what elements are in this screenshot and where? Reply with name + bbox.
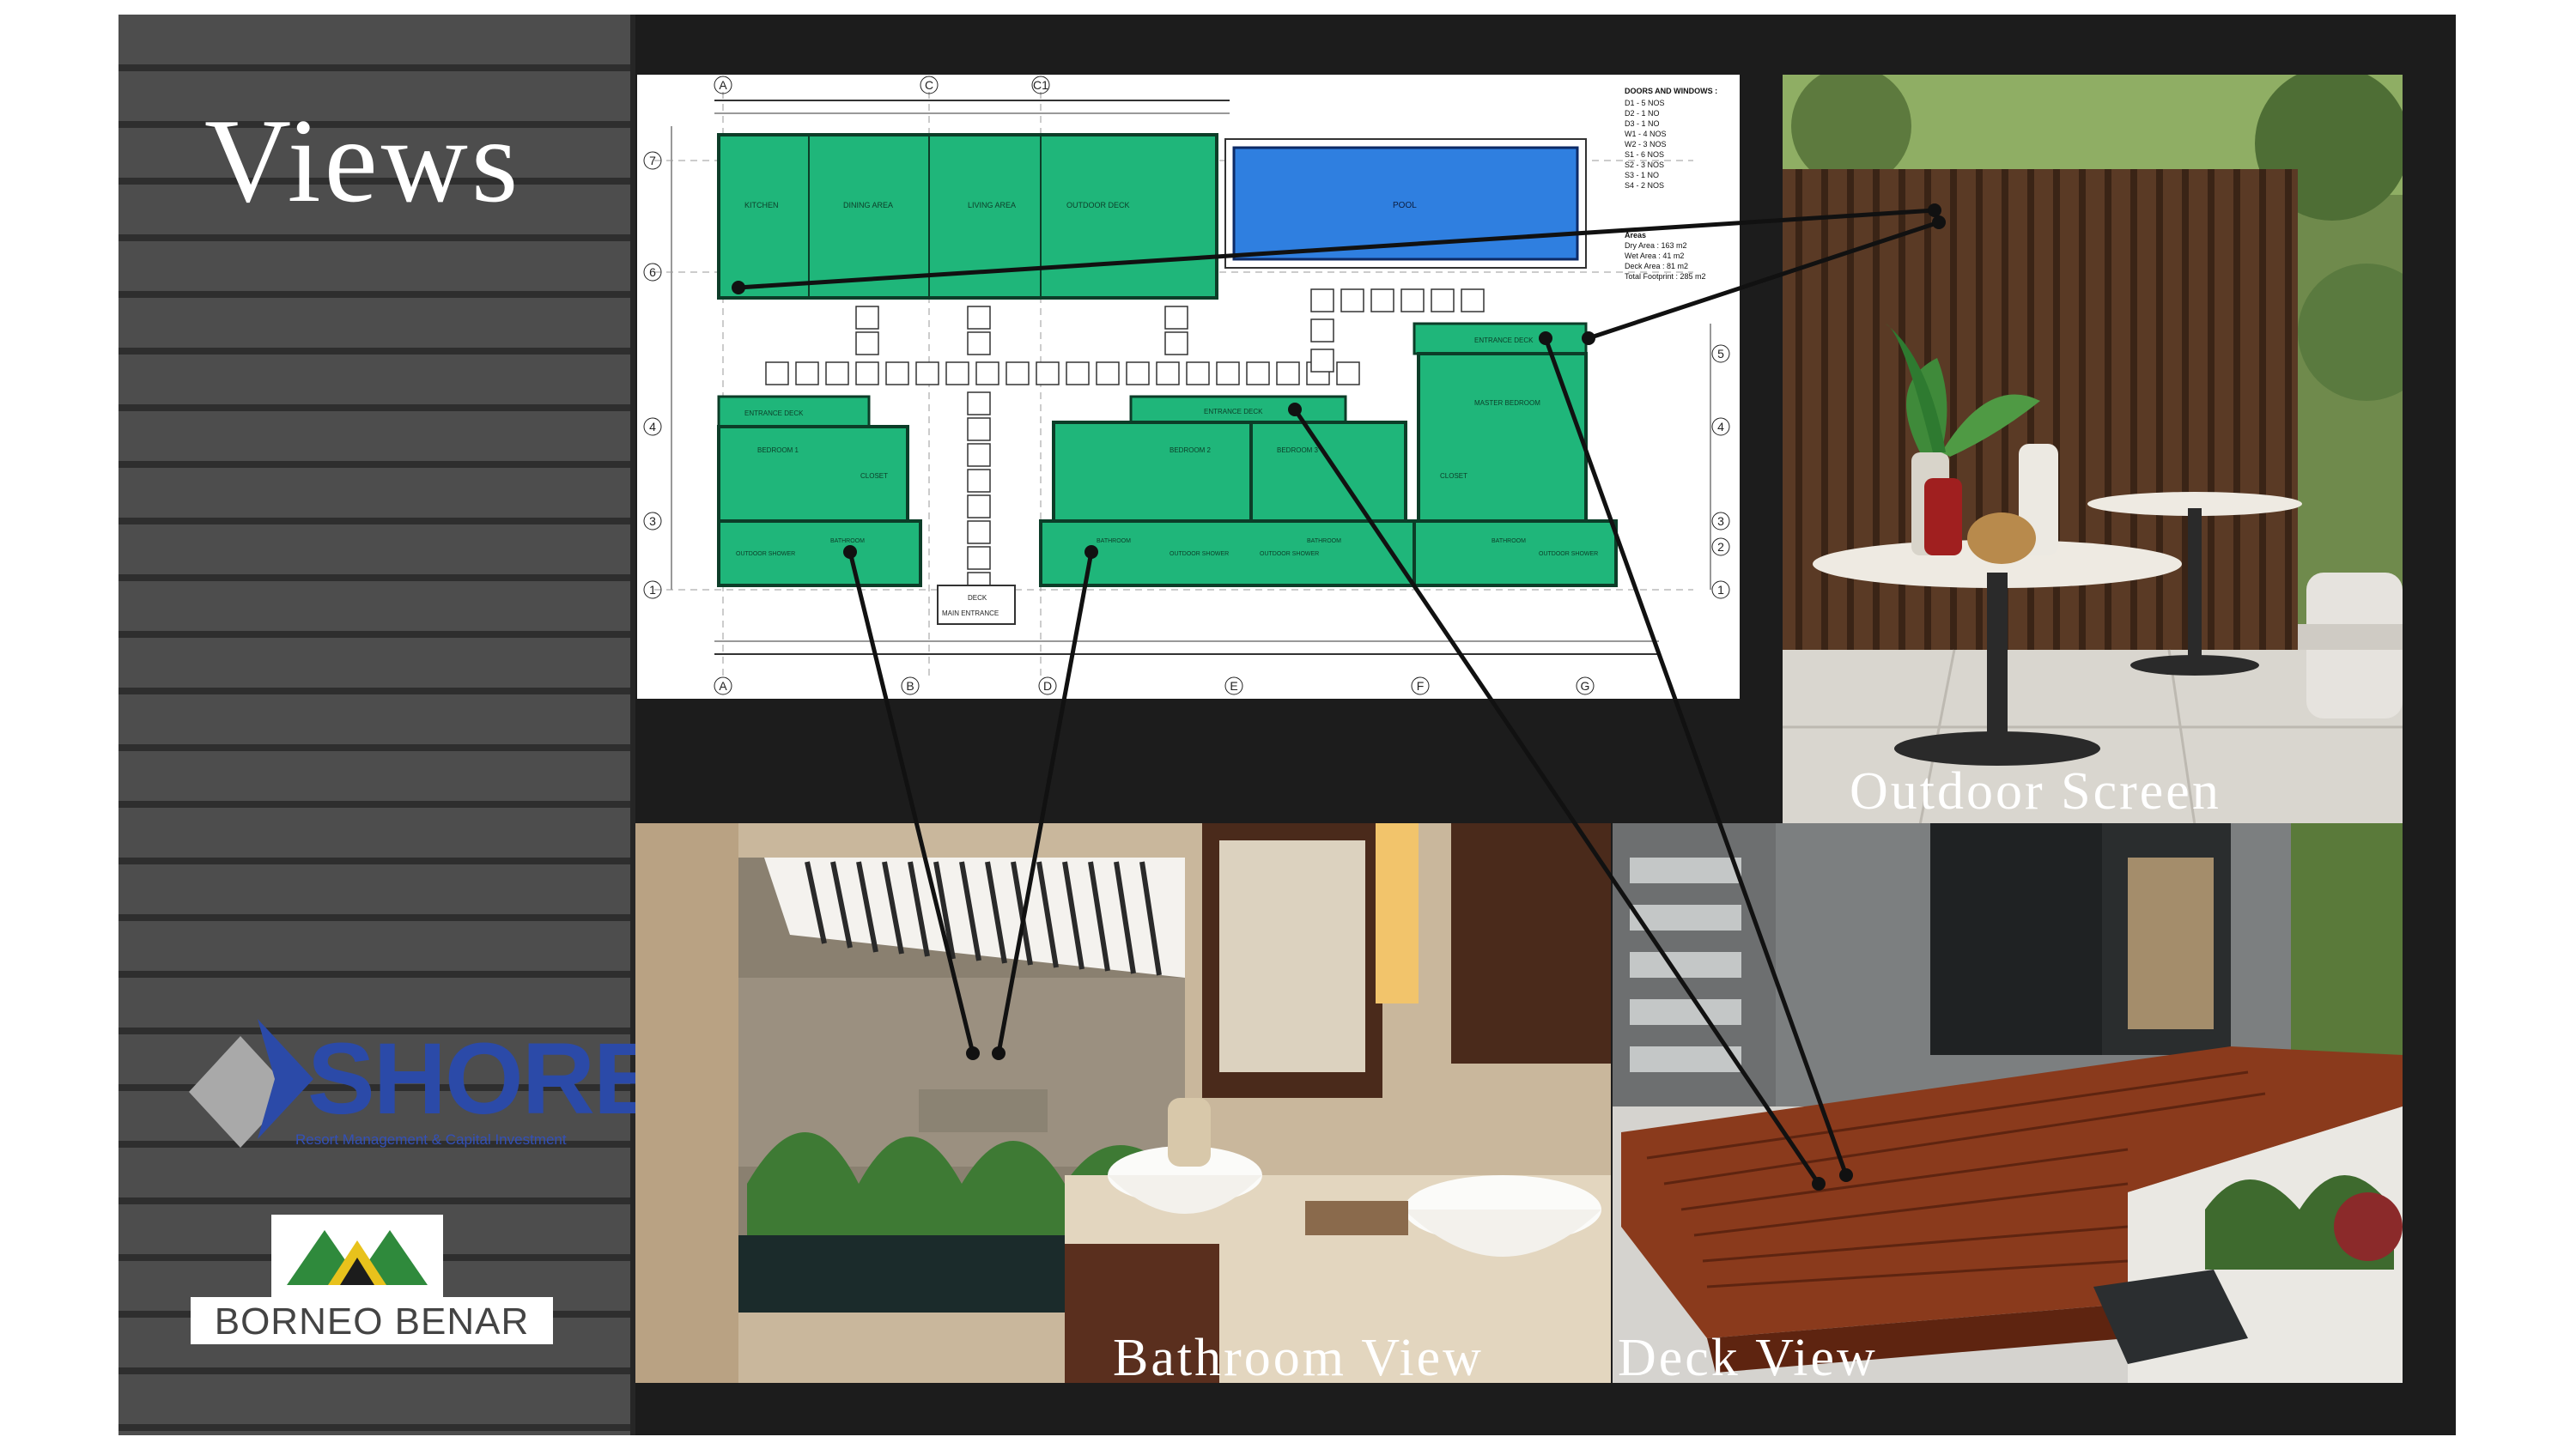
svg-text:A: A bbox=[719, 679, 727, 693]
svg-text:BATHROOM: BATHROOM bbox=[1307, 538, 1341, 544]
svg-text:CLOSET: CLOSET bbox=[860, 472, 888, 480]
svg-text:MAIN ENTRANCE: MAIN ENTRANCE bbox=[942, 609, 999, 617]
svg-text:BATHROOM: BATHROOM bbox=[1097, 538, 1131, 544]
svg-text:2: 2 bbox=[1717, 540, 1724, 554]
svg-text:D1 - 5 NOS: D1 - 5 NOS bbox=[1625, 99, 1665, 107]
svg-text:MASTER BEDROOM: MASTER BEDROOM bbox=[1474, 399, 1540, 407]
svg-text:F: F bbox=[1417, 679, 1425, 693]
svg-text:BEDROOM 1: BEDROOM 1 bbox=[757, 446, 799, 454]
living-block bbox=[717, 133, 1218, 300]
svg-text:BATHROOM: BATHROOM bbox=[830, 538, 865, 544]
caption-outdoor-screen: Outdoor Screen bbox=[1850, 762, 2221, 821]
svg-text:BEDROOM 2: BEDROOM 2 bbox=[1170, 446, 1212, 454]
room-dining: DINING AREA bbox=[843, 201, 893, 209]
room-pool: POOL bbox=[1393, 201, 1417, 210]
svg-text:S1 - 6 NOS: S1 - 6 NOS bbox=[1625, 150, 1664, 159]
svg-text:OUTDOOR SHOWER: OUTDOOR SHOWER bbox=[1539, 551, 1598, 557]
slide: Views SHORE Resort Management & Capital … bbox=[118, 15, 2456, 1435]
bedroom-3 bbox=[1249, 421, 1407, 523]
doors-windows-schedule: DOORS AND WINDOWS : D1 - 5 NOS D2 - 1 NO… bbox=[1625, 87, 1717, 281]
svg-text:D3 - 1 NO: D3 - 1 NO bbox=[1625, 119, 1660, 128]
master-bedroom bbox=[1417, 352, 1588, 523]
svg-text:ENTRANCE DECK: ENTRANCE DECK bbox=[1204, 408, 1263, 415]
svg-text:B: B bbox=[906, 679, 914, 693]
borneo-logo-text: BORNEO BENAR bbox=[214, 1300, 530, 1343]
svg-text:DECK: DECK bbox=[968, 594, 987, 602]
shore-logo-text: SHORE bbox=[307, 1022, 661, 1136]
svg-text:6: 6 bbox=[649, 265, 656, 279]
svg-text:DOORS AND WINDOWS :: DOORS AND WINDOWS : bbox=[1625, 87, 1717, 95]
slide-title: Views bbox=[204, 94, 522, 227]
caption-bathroom-view: Bathroom View bbox=[1113, 1329, 1484, 1387]
shore-logo-tagline: Resort Management & Capital Investment bbox=[295, 1131, 567, 1148]
svg-text:5: 5 bbox=[1717, 347, 1724, 361]
outdoor-screen-photo bbox=[1783, 75, 2403, 825]
svg-text:4: 4 bbox=[1717, 420, 1724, 433]
svg-text:W1 - 4 NOS: W1 - 4 NOS bbox=[1625, 130, 1667, 138]
room-kitchen: KITCHEN bbox=[744, 201, 779, 209]
svg-text:BEDROOM 3: BEDROOM 3 bbox=[1277, 446, 1319, 454]
grid-bubbles-bottom: A B D E F G bbox=[714, 676, 1595, 695]
svg-text:Deck Area : 81 m2: Deck Area : 81 m2 bbox=[1625, 262, 1688, 270]
floor-plan: KITCHEN DINING AREA LIVING AREA OUTDOOR … bbox=[637, 75, 1740, 699]
room-living: LIVING AREA bbox=[968, 201, 1016, 209]
grid-bubbles-left: 7 6 4 3 1 bbox=[643, 151, 662, 599]
svg-text:7: 7 bbox=[649, 154, 656, 167]
svg-text:Wet Area : 41 m2: Wet Area : 41 m2 bbox=[1625, 252, 1684, 260]
grid-bubbles-top: A C C1 bbox=[714, 76, 1050, 94]
svg-text:E: E bbox=[1230, 679, 1237, 693]
svg-text:Areas: Areas bbox=[1625, 231, 1646, 239]
svg-text:A: A bbox=[719, 78, 727, 92]
borneo-logo-mark bbox=[271, 1215, 443, 1297]
room-outdoor-deck: OUTDOOR DECK bbox=[1066, 201, 1130, 209]
svg-text:OUTDOOR SHOWER: OUTDOOR SHOWER bbox=[1170, 551, 1229, 557]
svg-text:D2 - 1 NO: D2 - 1 NO bbox=[1625, 109, 1660, 118]
svg-text:CLOSET: CLOSET bbox=[1440, 472, 1467, 480]
svg-text:ENTRANCE DECK: ENTRANCE DECK bbox=[1474, 336, 1534, 344]
svg-text:ENTRANCE DECK: ENTRANCE DECK bbox=[744, 409, 804, 417]
svg-text:OUTDOOR SHOWER: OUTDOOR SHOWER bbox=[736, 551, 795, 557]
svg-text:1: 1 bbox=[649, 583, 656, 597]
svg-text:BATHROOM: BATHROOM bbox=[1492, 538, 1526, 544]
svg-text:S2 - 3 NOS: S2 - 3 NOS bbox=[1625, 161, 1664, 169]
svg-text:3: 3 bbox=[1717, 514, 1724, 528]
bedroom-2 bbox=[1052, 421, 1253, 523]
bathroom-photo bbox=[635, 823, 1611, 1383]
svg-text:OUTDOOR SHOWER: OUTDOOR SHOWER bbox=[1260, 551, 1319, 557]
caption-deck-view: Deck View bbox=[1618, 1329, 1878, 1387]
svg-text:G: G bbox=[1581, 679, 1590, 693]
svg-text:1: 1 bbox=[1717, 583, 1724, 597]
grid-bubbles-right: 5 4 3 2 1 bbox=[1711, 344, 1730, 599]
svg-text:3: 3 bbox=[649, 514, 656, 528]
deck-photo bbox=[1613, 823, 2403, 1383]
svg-text:Dry Area : 163 m2: Dry Area : 163 m2 bbox=[1625, 241, 1687, 250]
svg-text:D: D bbox=[1043, 679, 1052, 693]
svg-text:Total Footprint : 285 m2: Total Footprint : 285 m2 bbox=[1625, 272, 1706, 281]
svg-text:S3 - 1 NO: S3 - 1 NO bbox=[1625, 171, 1659, 179]
svg-text:W2 - 3 NOS: W2 - 3 NOS bbox=[1625, 140, 1667, 149]
svg-text:C1: C1 bbox=[1033, 78, 1048, 92]
svg-text:S4 - 2 NOS: S4 - 2 NOS bbox=[1625, 181, 1664, 190]
main-entrance-deck bbox=[937, 585, 1016, 625]
svg-text:4: 4 bbox=[649, 420, 656, 433]
svg-text:C: C bbox=[925, 78, 933, 92]
